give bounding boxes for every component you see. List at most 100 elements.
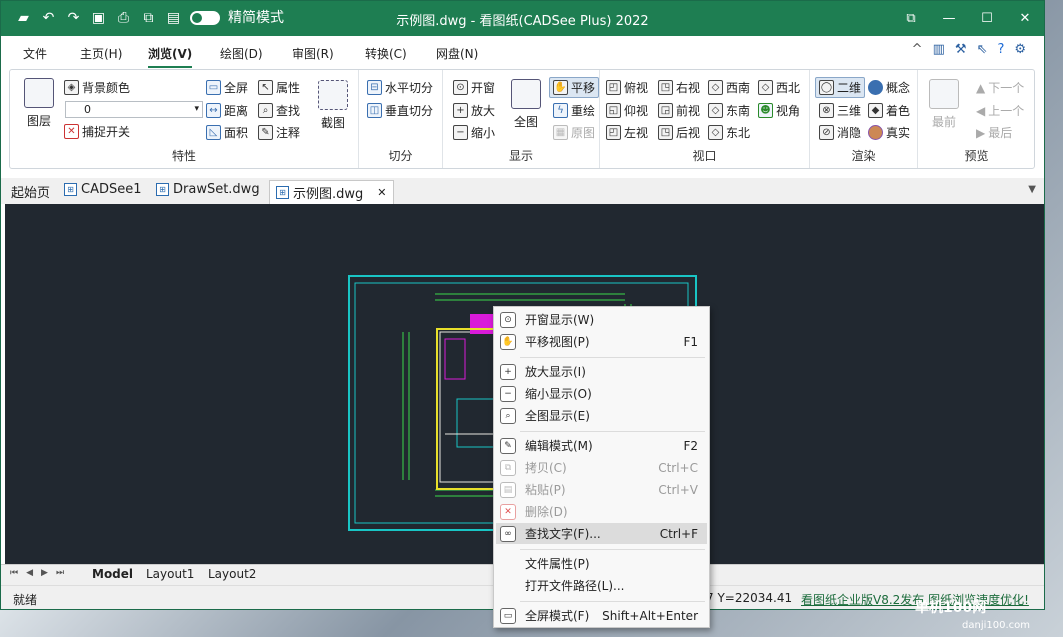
- window-zoom-button[interactable]: ⊙ 开窗: [453, 79, 495, 96]
- distance-button[interactable]: ↔ 距离: [206, 102, 248, 119]
- render-2d-icon: ◯: [819, 80, 834, 95]
- view-top-button[interactable]: ◰ 俯视: [606, 79, 648, 96]
- context-menu-item[interactable]: ∞ 查找文字(F)... Ctrl+F: [496, 523, 707, 544]
- group-display: ⊙ 开窗 + 放大 − 缩小 全图 ✋ 平移 ϟ 重绘 ▦ 原图 显示: [443, 70, 600, 168]
- original-button[interactable]: ▦ 原图: [553, 124, 595, 141]
- settings-icon[interactable]: ⚙: [1014, 42, 1026, 57]
- zoom-all-icon: [511, 79, 541, 109]
- restore-layout-button[interactable]: ⧉: [892, 1, 930, 36]
- view-right-button[interactable]: ◳ 右视: [658, 79, 700, 96]
- annotate-button[interactable]: ✎ 注释: [258, 124, 300, 141]
- bgcolor-button[interactable]: ◈ 背景颜色: [64, 79, 130, 96]
- preview-last-button[interactable]: ▶ 最后: [976, 124, 1012, 141]
- tab-start[interactable]: 起始页: [11, 182, 50, 201]
- preview-first-button[interactable]: 最前: [926, 79, 962, 130]
- view-nw-button[interactable]: ◇ 西北: [758, 79, 800, 96]
- view-back-button[interactable]: ◳ 后视: [658, 124, 700, 141]
- snap-toggle-button[interactable]: ✕ 捕捉开关: [64, 123, 130, 140]
- group-attributes-label: 特性: [171, 149, 196, 163]
- context-menu-item[interactable]: ▭ 全屏模式(F) Shift+Alt+Enter: [496, 605, 707, 626]
- fullscreen-button[interactable]: ▭ 全屏: [206, 79, 248, 96]
- ribbon: 图层 ◈ 背景颜色 0 ▾ ✕ 捕捉开关 ▭ 全屏 ↔ 距离 ◺ 面积 ↖ 属性 ⌕ 查找 ✎ 注…: [9, 69, 1035, 169]
- context-menu-item[interactable]: 打开文件路径(L)...: [496, 575, 707, 596]
- layer-value: 0: [84, 103, 91, 116]
- maximize-button[interactable]: ☐: [968, 1, 1006, 36]
- context-menu-item[interactable]: − 缩小显示(O): [496, 383, 707, 404]
- context-menu-item[interactable]: ✕ 删除(D): [496, 501, 707, 522]
- view-ne-button[interactable]: ◇ 东北: [708, 124, 750, 141]
- cube-bottom-icon: ◱: [606, 103, 621, 118]
- menu-cloud[interactable]: 网盘(N): [436, 45, 478, 62]
- hsplit-button[interactable]: ⊟ 水平切分: [367, 79, 433, 96]
- tab-example[interactable]: ⊞ 示例图.dwg ✕: [269, 180, 394, 206]
- preview-prev-button[interactable]: ◀ 上一个: [976, 102, 1024, 119]
- context-menu-item[interactable]: ⌕ 全图显示(E): [496, 405, 707, 426]
- context-menu-label: 缩小显示(O): [525, 387, 592, 401]
- help-icon[interactable]: ?: [997, 42, 1004, 57]
- pan-button[interactable]: ✋ 平移: [549, 77, 600, 98]
- menu-file[interactable]: 文件: [23, 45, 47, 62]
- render-shade-button[interactable]: ◆ 着色: [868, 102, 910, 119]
- layout-tab-model[interactable]: Model: [92, 567, 133, 581]
- render-3d-button[interactable]: ⊗ 三维: [819, 102, 861, 119]
- view-sw-button[interactable]: ◇ 西南: [708, 79, 750, 96]
- context-menu-label: 平移视图(P): [525, 335, 590, 349]
- close-button[interactable]: ✕: [1006, 1, 1044, 36]
- vsplit-button[interactable]: ◫ 垂直切分: [367, 102, 433, 119]
- view-front-button[interactable]: ◲ 前视: [658, 102, 700, 119]
- render-hide-button[interactable]: ⊘ 消隐: [819, 124, 861, 141]
- layout-tab-2[interactable]: Layout2: [208, 567, 256, 581]
- menu-home[interactable]: 主页(H): [80, 45, 122, 62]
- zoom-all-button[interactable]: 全图: [507, 79, 545, 130]
- context-menu-item[interactable]: ⊙ 开窗显示(W): [496, 309, 707, 330]
- layer-combo[interactable]: 0 ▾: [65, 101, 203, 118]
- capture-button[interactable]: 截图: [314, 80, 352, 131]
- group-render: ◯ 二维 概念 ⊗ 三维 ◆ 着色 ⊘ 消隐 真实 渲染: [810, 70, 918, 168]
- context-menu-item[interactable]: ⧉ 拷贝(C) Ctrl+C: [496, 457, 707, 478]
- context-menu-item[interactable]: + 放大显示(I): [496, 361, 707, 382]
- minimize-button[interactable]: —: [930, 1, 968, 36]
- preview-next-button[interactable]: ▲ 下一个: [976, 79, 1024, 96]
- view-bottom-button[interactable]: ◱ 仰视: [606, 102, 648, 119]
- snap-label: 捕捉开关: [82, 125, 131, 139]
- tools-icon[interactable]: ⚒: [955, 42, 967, 57]
- menu-browse[interactable]: 浏览(V): [148, 45, 193, 68]
- layout-tab-1[interactable]: Layout1: [146, 567, 194, 581]
- redraw-button[interactable]: ϟ 重绘: [553, 102, 595, 119]
- view-angle-button[interactable]: ☻ 视角: [758, 102, 800, 119]
- tab-close-icon[interactable]: ✕: [377, 186, 386, 199]
- view-bottom-label: 仰视: [624, 104, 649, 118]
- panel-icon[interactable]: ▥: [933, 42, 945, 57]
- view-left-button[interactable]: ◰ 左视: [606, 124, 648, 141]
- menu-review[interactable]: 审图(R): [292, 45, 334, 62]
- zoom-all-label: 全图: [513, 115, 538, 129]
- annotate-icon: ✎: [258, 125, 273, 140]
- context-menu-label: 查找文字(F)...: [525, 527, 601, 541]
- zoom-out-button[interactable]: − 缩小: [453, 124, 495, 141]
- menu-draw[interactable]: 绘图(D): [220, 45, 263, 62]
- tab-list-chevron-icon[interactable]: ▼: [1028, 184, 1036, 195]
- tab-drawset[interactable]: ⊞ DrawSet.dwg: [156, 182, 260, 197]
- select-icon[interactable]: ⇖: [977, 42, 988, 57]
- group-preview: 最前 ▲ 下一个 ◀ 上一个 ▶ 最后 预览: [918, 70, 1035, 168]
- render-shade-label: 着色: [886, 104, 911, 118]
- context-menu-item[interactable]: ✎ 编辑模式(M) F2: [496, 435, 707, 456]
- menu-convert[interactable]: 转换(C): [365, 45, 407, 62]
- layer-button[interactable]: 图层: [20, 78, 58, 129]
- view-se-button[interactable]: ◇ 东南: [708, 102, 750, 119]
- context-menu-item[interactable]: ▤ 粘贴(P) Ctrl+V: [496, 479, 707, 500]
- context-menu-item[interactable]: 文件属性(P): [496, 553, 707, 574]
- area-button[interactable]: ◺ 面积: [206, 124, 248, 141]
- tab-cadsee1[interactable]: ⊞ CADSee1: [64, 182, 142, 197]
- collapse-ribbon-icon[interactable]: ^: [912, 42, 923, 57]
- context-menu-item[interactable]: ✋ 平移视图(P) F1: [496, 331, 707, 352]
- cube-sw-icon: ◇: [708, 80, 723, 95]
- layout-nav-arrows-icon[interactable]: ⏮◀▶⏭: [10, 568, 72, 578]
- render-2d-button[interactable]: ◯ 二维: [815, 77, 866, 98]
- find-button[interactable]: ⌕ 查找: [258, 102, 300, 119]
- render-concept-button[interactable]: 概念: [868, 79, 910, 96]
- group-viewport-label: 视口: [692, 149, 717, 163]
- property-button[interactable]: ↖ 属性: [258, 79, 300, 96]
- zoom-in-button[interactable]: + 放大: [453, 102, 495, 119]
- render-real-button[interactable]: 真实: [868, 124, 910, 141]
